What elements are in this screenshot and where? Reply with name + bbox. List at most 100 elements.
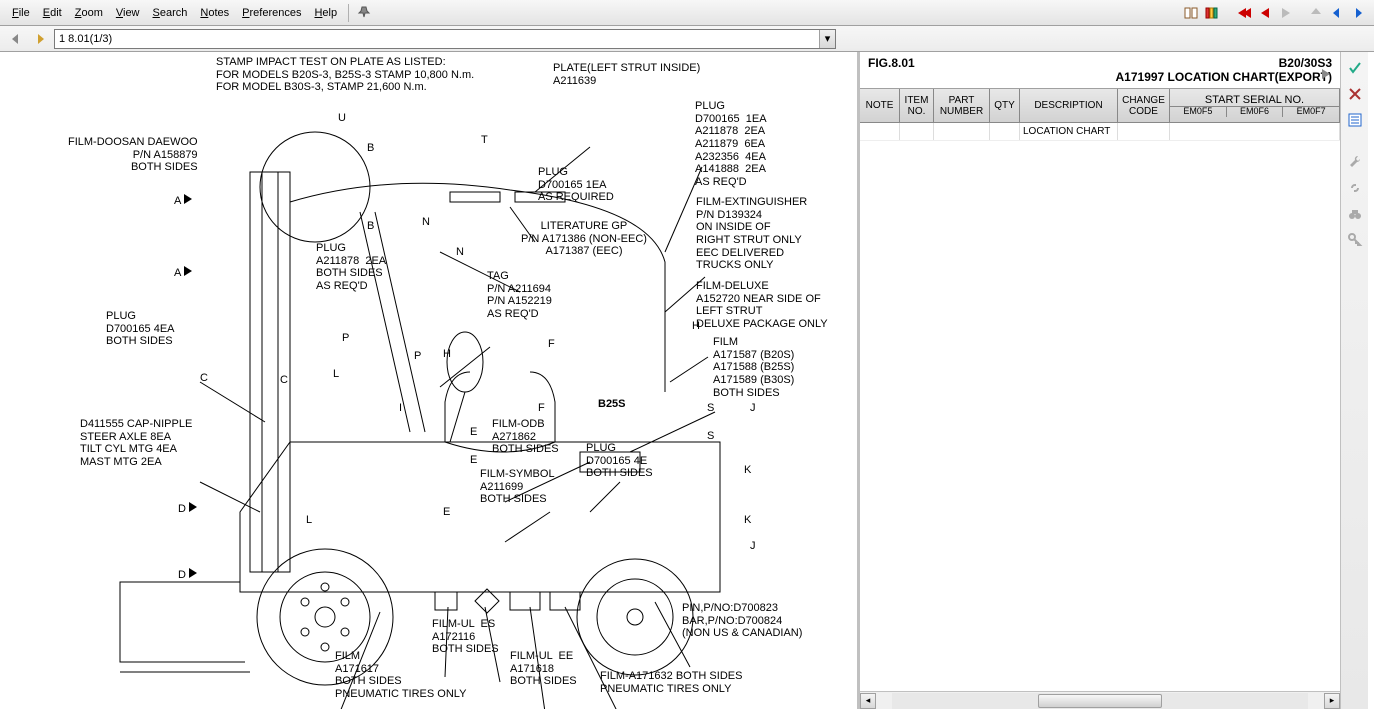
sec-D2: D: [178, 568, 197, 582]
sec-B2: B: [367, 220, 374, 233]
sec-J2: J: [750, 540, 756, 553]
sec-L2: L: [306, 514, 312, 527]
forward-icon[interactable]: [1348, 3, 1368, 23]
sec-T: T: [481, 134, 488, 147]
callout-film-models: FILM A171587 (B20S) A171588 (B25S) A1715…: [713, 336, 794, 399]
callout-tag: TAG P/N A211694 P/N A152219 AS REQ'D: [487, 270, 552, 321]
gh-desc[interactable]: DESCRIPTION: [1020, 89, 1118, 122]
sec-A2: A: [174, 266, 192, 280]
callout-pin: PIN,P/NO:D700823 BAR,P/NO:D700824 (NON U…: [682, 602, 802, 640]
sec-I: I: [399, 402, 402, 415]
x-icon[interactable]: [1345, 84, 1365, 104]
books-icon[interactable]: [1202, 3, 1222, 23]
sec-S2: S: [707, 430, 714, 443]
menu-file[interactable]: File: [6, 4, 36, 22]
gh-qty[interactable]: QTY: [990, 89, 1020, 122]
binoculars-icon[interactable]: [1345, 204, 1365, 224]
figure-header: FIG.8.01 B20/30S3 A171997 LOCATION CHART…: [860, 52, 1340, 89]
sec-C: C: [200, 372, 208, 385]
sec-F: F: [548, 338, 555, 351]
gh-part[interactable]: PART NUMBER: [934, 89, 990, 122]
scroll-left-icon[interactable]: ◂: [860, 693, 876, 709]
grid-body[interactable]: LOCATION CHART: [860, 123, 1340, 691]
gh-s3[interactable]: EM0F7: [1283, 107, 1339, 117]
sec-U: U: [338, 112, 346, 125]
up-icon[interactable]: [1306, 3, 1326, 23]
wrench-icon[interactable]: [1345, 152, 1365, 172]
nav-fwd-icon[interactable]: [30, 29, 50, 49]
callout-film-odb: FILM-ODB A271862 BOTH SIDES: [492, 418, 559, 456]
sec-E3: E: [443, 506, 450, 519]
scroll-thumb[interactable]: [1038, 694, 1163, 708]
sec-H2: H: [692, 320, 700, 333]
gh-s1[interactable]: EM0F5: [1170, 107, 1227, 117]
gh-change[interactable]: CHANGE CODE: [1118, 89, 1170, 122]
figure-combo-input[interactable]: [55, 30, 835, 48]
toolbar-nav: ▾: [0, 26, 1374, 52]
sec-A: A: [174, 194, 192, 208]
callout-plug4e: PLUG D700165 4E BOTH SIDES: [586, 442, 653, 480]
side-toolbar: [1340, 52, 1368, 709]
list-icon[interactable]: [1345, 110, 1365, 130]
sec-K2: K: [744, 514, 751, 527]
sec-S: S: [707, 402, 714, 415]
menu-edit[interactable]: Edit: [37, 4, 68, 22]
key-icon[interactable]: [1345, 230, 1365, 250]
table-row[interactable]: LOCATION CHART: [860, 123, 1340, 141]
menu-zoom[interactable]: Zoom: [69, 4, 109, 22]
sec-N2: N: [456, 246, 464, 259]
callout-film-ext: FILM-EXTINGUISHER P/N D139324 ON INSIDE …: [696, 196, 807, 272]
nav-back-icon[interactable]: [6, 29, 26, 49]
parts-pane: FIG.8.01 B20/30S3 A171997 LOCATION CHART…: [860, 52, 1340, 709]
callout-film-ul-ee: FILM-UL EE A171618 BOTH SIDES: [510, 650, 577, 688]
gh-note[interactable]: NOTE: [860, 89, 900, 122]
callout-cap: D411555 CAP-NIPPLE STEER AXLE 8EA TILT C…: [80, 418, 192, 469]
next-icon[interactable]: [1276, 3, 1296, 23]
back-icon[interactable]: [1327, 3, 1347, 23]
sec-E2: E: [470, 454, 477, 467]
h-scrollbar[interactable]: ◂ ▸: [860, 691, 1340, 709]
grid-header: NOTE ITEM NO. PART NUMBER QTY DESCRIPTIO…: [860, 89, 1340, 123]
diagram-pane: STAMP IMPACT TEST ON PLATE AS LISTED: FO…: [0, 52, 860, 709]
menubar: File Edit Zoom View Search Notes Prefere…: [0, 0, 1374, 26]
gh-item[interactable]: ITEM NO.: [900, 89, 934, 122]
run-icon[interactable]: [1316, 64, 1336, 84]
callout-film-deluxe: FILM-DELUXE A152720 NEAR SIDE OF LEFT ST…: [696, 280, 828, 331]
first-icon[interactable]: [1234, 3, 1254, 23]
callout-literature: LITERATURE GP P/N A171386 (NON-EEC) A171…: [521, 220, 647, 258]
menu-help[interactable]: Help: [308, 4, 343, 22]
figure-combo[interactable]: ▾: [54, 29, 836, 49]
sec-J: J: [750, 402, 756, 415]
row-desc: LOCATION CHART: [1020, 123, 1118, 140]
sec-H: H: [443, 348, 451, 361]
menu-preferences[interactable]: Preferences: [236, 4, 307, 22]
check-icon[interactable]: [1345, 58, 1365, 78]
sec-P: P: [342, 332, 349, 345]
menu-view[interactable]: View: [110, 4, 146, 22]
sec-N: N: [422, 216, 430, 229]
callout-plug-req: PLUG D700165 1EA AS REQUIRED: [538, 166, 614, 204]
link-icon[interactable]: [1345, 178, 1365, 198]
scroll-right-icon[interactable]: ▸: [1324, 693, 1340, 709]
fig-number: FIG.8.01: [868, 56, 915, 70]
menu-notes[interactable]: Notes: [194, 4, 235, 22]
gh-s2[interactable]: EM0F6: [1227, 107, 1284, 117]
sec-D: D: [178, 502, 197, 516]
sec-K: K: [744, 464, 751, 477]
combo-dropdown-icon[interactable]: ▾: [819, 30, 835, 48]
callout-plug878: PLUG A211878 2EA BOTH SIDES AS REQ'D: [316, 242, 386, 293]
model-badge: B25S: [598, 398, 626, 411]
callout-plug-top: PLUG D700165 1EA A211878 2EA A211879 6EA…: [695, 100, 767, 188]
book-icon[interactable]: [1181, 3, 1201, 23]
sec-C2: C: [280, 374, 288, 387]
pin-icon[interactable]: [354, 3, 374, 23]
sec-F2: F: [538, 402, 545, 415]
sec-E: E: [470, 426, 477, 439]
menu-search[interactable]: Search: [147, 4, 194, 22]
gh-serial[interactable]: START SERIAL NO. EM0F5 EM0F6 EM0F7: [1170, 89, 1340, 122]
sec-L: L: [333, 368, 339, 381]
callout-plate: PLATE(LEFT STRUT INSIDE) A211639: [553, 62, 700, 87]
callout-stamp: STAMP IMPACT TEST ON PLATE AS LISTED: FO…: [216, 56, 474, 94]
prev-icon[interactable]: [1255, 3, 1275, 23]
sec-P2: P: [414, 350, 421, 363]
